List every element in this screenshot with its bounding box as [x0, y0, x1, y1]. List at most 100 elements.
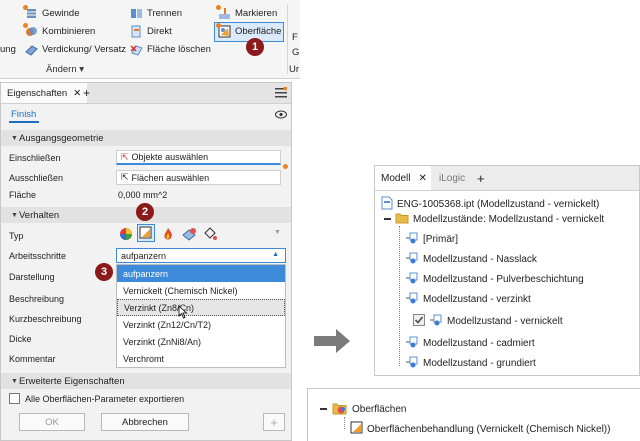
thread-button[interactable]: Gewinde [23, 5, 80, 20]
finish-underline [9, 121, 39, 123]
surface-treatment-item[interactable]: Oberflächenbehandlung (Vernickelt (Chemi… [350, 421, 610, 437]
comment-label: Kommentar [9, 354, 56, 364]
area-label: Fläche [9, 190, 37, 200]
dropdown-option[interactable]: aufpanzern [117, 265, 285, 282]
exclude-label: Ausschließen [9, 173, 64, 183]
collapse-minus-icon[interactable] [320, 408, 327, 410]
add-button[interactable]: + [263, 413, 285, 431]
coating-icon[interactable] [181, 227, 197, 243]
add-tab-icon[interactable]: + [477, 166, 485, 190]
section-input-geometry[interactable]: ▼ Ausgangsgeometrie [1, 130, 291, 146]
tree-connector [344, 417, 346, 429]
surfaces-folder-icon [332, 401, 348, 418]
properties-panel: Eigenschaften ✕ + Finish ▼ Ausgangsgeome… [0, 82, 292, 441]
direct-button[interactable]: Direkt [130, 25, 172, 38]
model-state-item[interactable]: Modellzustand - verzinkt [405, 292, 531, 307]
dropdown-option[interactable]: Verzinkt (ZnNi8/An) [117, 333, 285, 350]
exclude-selector[interactable]: ⇱ Flächen auswählen [116, 170, 281, 185]
split-icon [130, 7, 143, 20]
close-icon[interactable]: ✕ [418, 173, 426, 184]
dropdown-option[interactable]: Verzinkt (Zn12/Cn/T2) [117, 316, 285, 333]
surfaces-browser: Oberflächen Oberflächenbehandlung (Verni… [307, 388, 640, 441]
part-file-node[interactable]: ENG-1005368.ipt (Modellzustand - vernick… [381, 196, 599, 213]
model-state-icon [405, 336, 419, 351]
collapse-icon: ▼ [11, 134, 18, 142]
chevron-up-icon: ▲ [272, 251, 279, 258]
finish-preset[interactable]: Finish [11, 109, 36, 120]
cancel-button[interactable]: Abbrechen [101, 413, 189, 431]
model-state-icon [405, 292, 419, 307]
color-wheel-icon[interactable] [119, 227, 133, 243]
close-icon[interactable]: ✕ [73, 88, 81, 99]
collapse-minus-icon[interactable] [384, 218, 391, 220]
process-steps-select[interactable]: aufpanzern ▲ [116, 248, 286, 263]
thicken-offset-button[interactable]: Verdickung/ Versatz [25, 43, 126, 56]
dropdown-option[interactable]: Vernickelt (Chemisch Nickel) [117, 282, 285, 299]
delete-face-button[interactable]: Fläche löschen [130, 43, 211, 56]
dropdown-option[interactable]: Verchromt [117, 350, 285, 367]
tab-model[interactable]: Modell ✕ [375, 166, 431, 190]
surface-button[interactable]: Oberfläche [216, 23, 281, 38]
model-browser-tabbar: Modell ✕ iLogic + [375, 166, 639, 191]
ribbon-partial-f[interactable]: F [292, 32, 298, 43]
required-dot [283, 164, 288, 169]
transition-arrow-icon [336, 329, 350, 353]
part-file-icon [381, 196, 393, 213]
model-browser: Modell ✕ iLogic + ENG-1005368.ipt (Model… [374, 165, 640, 376]
model-states-folder[interactable]: Modellzustände: Modellzustand - vernicke… [395, 212, 604, 227]
combine-button[interactable]: Kombinieren [23, 23, 95, 38]
select-cursor-icon: ⇱ [121, 172, 129, 182]
dropdown-option-hovered[interactable]: Verzinkt (Zn8/Cn) [117, 299, 285, 319]
surfaces-folder[interactable]: Oberflächen [332, 401, 406, 418]
transition-arrow-body [314, 336, 336, 346]
model-state-item[interactable]: Modellzustand - cadmiert [405, 336, 535, 351]
section-advanced[interactable]: ▼ Erweiterte Eigenschaften [1, 373, 291, 389]
process-steps-label: Arbeitsschritte [9, 251, 67, 261]
add-tab-icon[interactable]: + [83, 86, 90, 100]
callout-badge-3: 3 [95, 263, 113, 281]
paint-bucket-icon[interactable] [203, 227, 217, 243]
surface-finish-icon [350, 421, 363, 437]
callout-badge-2: 2 [136, 203, 154, 221]
include-selector[interactable]: ⇱ Objekte auswählen [116, 150, 281, 165]
mark-button[interactable]: Markieren [216, 5, 277, 20]
eye-icon[interactable] [275, 110, 287, 121]
process-steps-dropdown: aufpanzern Vernickelt (Chemisch Nickel) … [116, 264, 286, 368]
ribbon-partial-g: G [292, 47, 300, 58]
more-types-chevron-icon[interactable]: ▼ [274, 229, 281, 236]
export-all-checkbox[interactable] [9, 393, 20, 404]
tree-connector [399, 226, 401, 366]
surface-finish-icon [139, 226, 152, 239]
model-state-item-active[interactable]: Modellzustand - vernickelt [413, 314, 563, 329]
folder-icon [395, 212, 409, 227]
ribbon-partial-label[interactable]: ung [0, 44, 16, 55]
model-state-icon [405, 356, 419, 371]
checkbox-checked-icon [413, 314, 425, 329]
model-state-icon [405, 272, 419, 287]
type-label: Typ [9, 231, 24, 241]
model-state-item[interactable]: Modellzustand - Pulverbeschichtung [405, 272, 584, 287]
direct-edit-icon [130, 25, 143, 38]
collapse-icon: ▼ [11, 377, 18, 385]
combine-icon [23, 23, 38, 38]
modify-group-label[interactable]: Ändern ▾ [46, 64, 84, 75]
properties-tab[interactable]: Eigenschaften ✕ [1, 83, 88, 103]
surface-type-button[interactable] [137, 224, 155, 242]
ok-button[interactable]: OK [19, 413, 85, 431]
export-all-checkbox-row[interactable]: Alle Oberflächen-Parameter exportieren [9, 393, 184, 404]
heat-treatment-icon[interactable] [161, 227, 175, 243]
export-all-label: Alle Oberflächen-Parameter exportieren [25, 393, 185, 404]
model-state-item[interactable]: [Primär] [405, 232, 458, 247]
model-state-item[interactable]: Modellzustand - grundiert [405, 356, 536, 371]
appearance-label: Darstellung [9, 272, 55, 282]
callout-badge-1: 1 [246, 38, 264, 56]
model-state-icon [405, 252, 419, 267]
mark-icon [216, 5, 231, 20]
tab-ilogic[interactable]: iLogic [439, 166, 465, 190]
split-button[interactable]: Trennen [130, 7, 182, 20]
thickness-label: Dicke [9, 334, 32, 344]
hamburger-menu-icon[interactable] [275, 85, 289, 100]
model-state-item[interactable]: Modellzustand - Nasslack [405, 252, 537, 267]
include-label: Einschließen [9, 153, 61, 163]
short-description-label: Kurzbeschreibung [9, 314, 82, 324]
